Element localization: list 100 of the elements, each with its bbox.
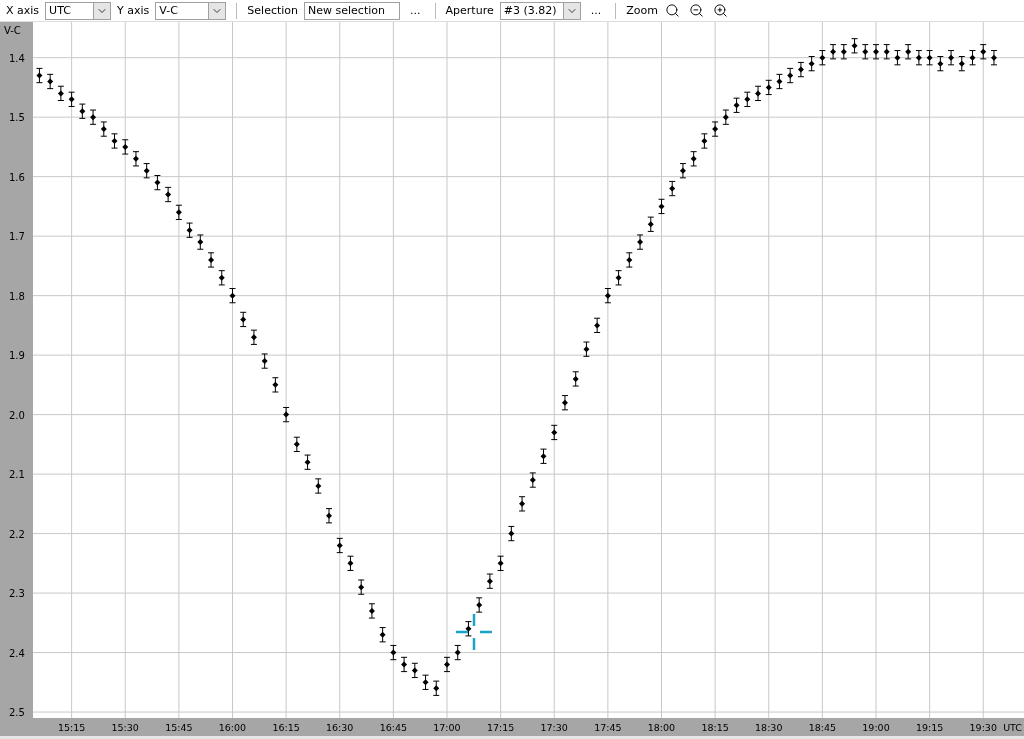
data-point [690, 151, 698, 167]
data-point [486, 573, 494, 589]
data-point [593, 317, 601, 333]
data-point [625, 252, 633, 268]
data-point [164, 186, 172, 203]
y-tick-label: 1.5 [9, 112, 25, 124]
x-tick-label: 15:45 [165, 722, 193, 733]
selection-label: Selection [247, 4, 299, 17]
data-point [754, 85, 762, 101]
data-point [336, 537, 344, 554]
more-button[interactable]: ... [406, 4, 425, 17]
data-point [518, 496, 526, 512]
data-point [325, 508, 333, 524]
x-tick-label: 16:30 [326, 722, 354, 733]
data-point [540, 448, 547, 464]
data-point [658, 198, 665, 215]
data-point [561, 395, 569, 411]
crosshair-cursor [456, 614, 492, 650]
data-point [711, 121, 719, 137]
data-point [786, 67, 794, 84]
data-point [100, 121, 108, 137]
data-point [400, 656, 408, 673]
data-point [411, 662, 419, 679]
data-point [68, 91, 76, 107]
data-point [872, 44, 880, 60]
data-point [57, 85, 65, 101]
data-point [529, 472, 537, 488]
data-point [35, 67, 43, 84]
data-point [700, 133, 708, 149]
data-point [990, 50, 998, 66]
data-point [261, 353, 269, 369]
data-point [668, 180, 676, 197]
y-tick-label: 1.7 [9, 231, 25, 243]
dropdown-button[interactable] [562, 2, 580, 19]
dropdown[interactable]: UTC [45, 1, 112, 20]
zoom-out-button[interactable] [687, 1, 706, 20]
x-tick-label: 18:15 [701, 722, 729, 733]
dropdown[interactable]: #3 (3.82) [499, 1, 581, 20]
more-button[interactable]: ... [586, 4, 606, 17]
x-tick-label: 16:45 [379, 722, 408, 733]
y-axis-title: V-C [4, 25, 21, 36]
data-point [743, 91, 751, 107]
aperture-label: Aperture [445, 4, 494, 17]
data-point [572, 371, 580, 387]
x-tick-label: 18:30 [755, 722, 783, 733]
data-point [175, 204, 183, 220]
dropdown-button[interactable] [208, 2, 226, 19]
dropdown[interactable]: V-C [155, 1, 227, 20]
data-point [851, 38, 859, 54]
x-tick-label: 18:45 [808, 722, 837, 733]
data-point [239, 311, 247, 328]
magnifier-icon [665, 3, 681, 18]
data-point [368, 603, 376, 619]
data-point [346, 555, 354, 571]
data-point [207, 252, 215, 268]
data-point [636, 234, 644, 250]
data-point [250, 329, 258, 345]
x-tick-label: 17:45 [594, 722, 622, 733]
data-point [550, 424, 558, 441]
y-tick-label: 2.0 [9, 409, 25, 421]
data-point [475, 597, 483, 613]
y-tick-label: 1.8 [9, 290, 25, 302]
data-point [464, 621, 472, 637]
x-tick-label: 18:00 [647, 722, 676, 733]
data-point [582, 341, 590, 357]
data-point [422, 674, 430, 690]
x-tick-label: 16:00 [218, 722, 247, 733]
x-tick-label: 15:30 [111, 722, 139, 733]
data-point [808, 56, 816, 72]
data-point [840, 44, 848, 60]
data-point [936, 56, 944, 72]
x-tick-label: 19:30 [969, 722, 997, 733]
data-point [357, 579, 365, 595]
data-point [733, 97, 741, 113]
data-point [432, 680, 440, 696]
dropdown-button[interactable] [93, 2, 111, 19]
data-point [765, 79, 773, 96]
x-tick-label: 19:00 [862, 722, 890, 733]
data-point [314, 478, 322, 494]
data-point [915, 50, 923, 66]
x-tick-label: 17:30 [540, 722, 568, 733]
data-point [893, 50, 901, 66]
data-point [389, 644, 397, 661]
zoom-in-button[interactable] [711, 1, 730, 20]
y-tick-label: 2.4 [9, 647, 25, 659]
data-point [797, 61, 805, 78]
data-point [883, 44, 891, 60]
x-tick-label: 15:15 [57, 722, 86, 733]
data-point [153, 175, 161, 191]
data-point [829, 44, 837, 60]
data-point [818, 50, 826, 66]
selection-field[interactable]: New selection [304, 1, 401, 20]
zoom-label: Zoom [626, 4, 658, 17]
zoom-out-icon [689, 3, 705, 18]
data-point [229, 288, 236, 304]
x-axis-label: X axis [6, 4, 40, 17]
data-point [497, 555, 505, 571]
data-point [507, 525, 515, 542]
x-tick-label: 19:15 [915, 722, 944, 733]
zoom-fit-button[interactable] [663, 1, 682, 20]
